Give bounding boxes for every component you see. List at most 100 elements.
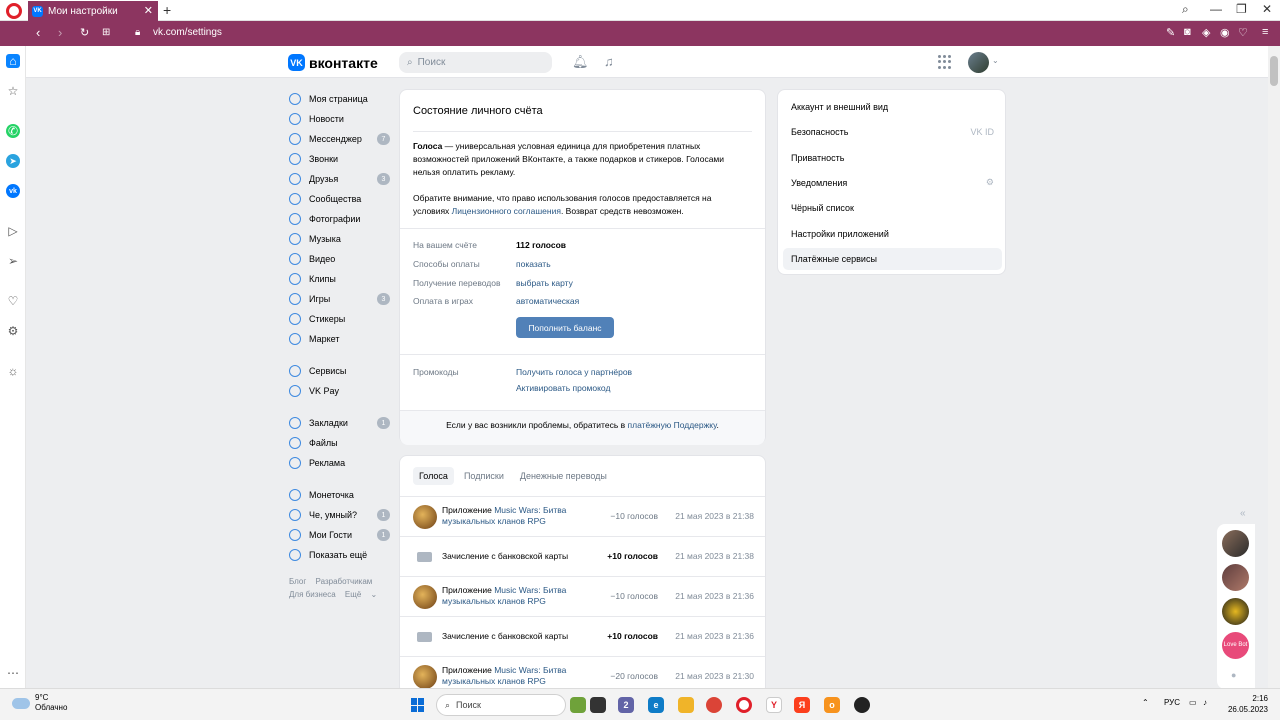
lightbulb-icon[interactable]: ☼ (6, 364, 20, 378)
menu-item[interactable]: Друзья 3 (289, 169, 394, 189)
player-icon[interactable]: ▷ (6, 224, 20, 238)
camera-icon[interactable]: ◙ (1184, 26, 1191, 38)
url-field[interactable]: vk.com/settings (153, 27, 222, 38)
chat-avatar[interactable] (1222, 530, 1249, 557)
menu-item[interactable]: Игры 3 (289, 289, 394, 309)
search-tabs-icon[interactable]: ⌕ (1182, 2, 1189, 17)
page-scrollbar[interactable] (1268, 46, 1280, 688)
settings-nav-item[interactable]: Платёжные сервисы (783, 247, 1002, 270)
forward-icon[interactable]: › (58, 25, 62, 40)
settings-nav-item[interactable]: Приватность (783, 147, 1002, 169)
menu-item[interactable]: Клипы (289, 269, 394, 289)
chevron-down-icon[interactable]: ⌄ (992, 56, 999, 65)
notifications-bell-icon[interactable]: 🔔︎ (572, 54, 589, 70)
menu-item[interactable]: Музыка (289, 229, 394, 249)
taskbar-search[interactable]: ⌕ Поиск (436, 694, 566, 716)
tray-chevron-icon[interactable]: ⌃ (1142, 698, 1149, 707)
easy-setup-icon[interactable]: ≡ (1262, 26, 1268, 38)
browser-tab[interactable]: VK Мои настройки ✕ (28, 1, 158, 21)
tab-money-transfers[interactable]: Денежные переводы (514, 467, 613, 485)
activate-promo-link[interactable]: Активировать промокод (516, 383, 736, 393)
menu-item[interactable]: Закладки 1 (289, 413, 394, 433)
network-icon[interactable]: ▭ (1189, 698, 1197, 707)
yandex-browser-icon[interactable]: Y (766, 697, 782, 713)
home-icon[interactable]: ⌂ (6, 54, 20, 68)
windows-start-icon[interactable] (411, 698, 425, 712)
collapse-chats-icon[interactable]: « (1240, 508, 1246, 519)
yandex-icon[interactable]: Я (794, 697, 810, 713)
choose-card-link[interactable]: выбрать карту (516, 278, 736, 288)
menu-item[interactable]: Реклама (289, 453, 394, 473)
vpn-icon[interactable]: ◉ (1220, 26, 1230, 39)
settings-nav-item[interactable]: Уведомления ⚙ (783, 172, 1002, 194)
settings-nav-item[interactable]: Аккаунт и внешний вид (783, 96, 1002, 118)
edge-icon[interactable]: e (648, 697, 664, 713)
back-icon[interactable]: ‹ (36, 25, 40, 40)
menu-item[interactable]: Моя страница (289, 89, 394, 109)
more-icon[interactable]: ⋯ (6, 666, 20, 680)
edit-icon[interactable]: ✎ (1166, 26, 1175, 39)
vk-logo[interactable]: VK вконтакте (288, 54, 378, 71)
maximize-icon[interactable]: ❐ (1236, 2, 1247, 16)
settings-nav-item[interactable]: Чёрный список (783, 197, 1002, 219)
minimize-icon[interactable]: — (1210, 2, 1222, 16)
top-up-balance-button[interactable]: Пополнить баланс (516, 317, 614, 338)
menu-item[interactable]: VK Pay (289, 381, 394, 401)
window-close-icon[interactable]: ✕ (1262, 2, 1272, 16)
file-explorer-icon[interactable] (678, 697, 694, 713)
opera-menu-icon[interactable] (6, 3, 22, 19)
widgets-icon[interactable] (570, 697, 586, 713)
menu-item[interactable]: Фотографии (289, 209, 394, 229)
menu-item[interactable]: Файлы (289, 433, 394, 453)
chat-bubble-icon[interactable]: ● (1231, 670, 1236, 680)
footer-business-link[interactable]: Для бизнеса (289, 590, 336, 599)
apps-grid-icon[interactable] (938, 55, 952, 69)
new-tab-icon[interactable]: + (163, 2, 171, 18)
odnoklassniki-icon[interactable]: о (824, 697, 840, 713)
chat-avatar[interactable] (1222, 598, 1249, 625)
partner-votes-link[interactable]: Получить голоса у партнёров (516, 367, 736, 377)
menu-item[interactable]: Сервисы (289, 361, 394, 381)
speed-dial-icon[interactable]: ☆ (6, 84, 20, 98)
footer-blog-link[interactable]: Блог (289, 577, 306, 586)
tabs-grid-icon[interactable]: ⊞ (102, 27, 110, 38)
menu-item[interactable]: Стикеры (289, 309, 394, 329)
teams-chat-icon[interactable]: 2 (618, 697, 634, 713)
favorites-icon[interactable]: ♡ (6, 294, 20, 308)
settings-nav-item[interactable]: Безопасность VK ID (783, 121, 1002, 143)
volume-icon[interactable]: ♪ (1203, 698, 1207, 707)
app-icon[interactable] (854, 697, 870, 713)
reload-icon[interactable]: ↻ (80, 26, 89, 39)
show-payment-methods-link[interactable]: показать (516, 259, 736, 269)
scrollbar-thumb[interactable] (1270, 56, 1278, 86)
menu-item[interactable]: Маркет (289, 329, 394, 349)
shield-icon[interactable]: ◈ (1202, 26, 1210, 39)
heart-icon[interactable]: ♡ (1238, 26, 1248, 39)
weather-widget[interactable]: 9°C Облачно (12, 693, 67, 713)
music-note-icon[interactable]: ♫ (604, 54, 614, 69)
tab-close-icon[interactable]: ✕ (144, 4, 153, 17)
tab-subscriptions[interactable]: Подписки (458, 467, 510, 485)
menu-item[interactable]: Звонки (289, 149, 394, 169)
language-indicator[interactable]: РУС (1164, 698, 1180, 707)
chat-avatar[interactable] (1222, 564, 1249, 591)
footer-devs-link[interactable]: Разработчикам (316, 577, 373, 586)
menu-item[interactable]: Видео (289, 249, 394, 269)
task-view-icon[interactable] (590, 697, 606, 713)
menu-item[interactable]: Новости (289, 109, 394, 129)
game-payment-link[interactable]: автоматическая (516, 296, 736, 306)
license-link[interactable]: Лицензионного соглашения (452, 206, 561, 216)
chrome-icon[interactable] (706, 697, 722, 713)
send-icon[interactable]: ➢ (6, 254, 20, 268)
menu-item[interactable]: Мессенджер 7 (289, 129, 394, 149)
settings-icon[interactable]: ⚙ (6, 324, 20, 338)
menu-item[interactable]: Че, умный? 1 (289, 505, 394, 525)
menu-item[interactable]: Сообщества (289, 189, 394, 209)
menu-item[interactable]: Монеточка (289, 485, 394, 505)
user-avatar[interactable] (968, 52, 989, 73)
menu-item[interactable]: Мои Гости 1 (289, 525, 394, 545)
love-bot-avatar[interactable]: Love Bot (1222, 632, 1249, 659)
clock[interactable]: 2:16 26.05.2023 (1218, 693, 1268, 715)
opera-icon[interactable] (736, 697, 752, 713)
support-link[interactable]: платёжную Поддержку (628, 420, 717, 430)
